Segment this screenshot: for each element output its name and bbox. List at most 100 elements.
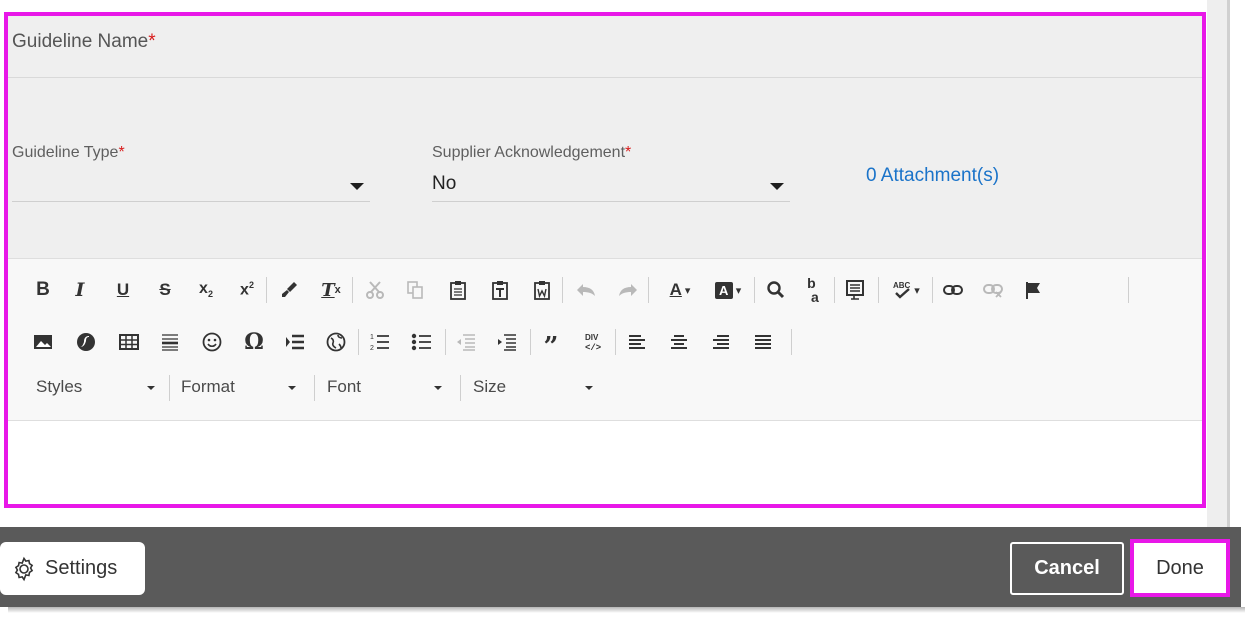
iframe-icon[interactable] [323,327,349,357]
undo-icon[interactable] [573,275,599,305]
caret-down-icon [350,183,364,190]
align-center-icon[interactable] [666,327,692,357]
font-combo[interactable]: Font [327,373,447,401]
svg-text:1: 1 [370,334,374,341]
caret-down-icon [585,386,593,390]
settings-button[interactable]: Settings [0,542,145,595]
guideline-name-input[interactable] [8,77,1202,78]
required-marker: * [625,144,632,161]
supplier-ack-label: Supplier Acknowledgement* [432,144,632,161]
separator [648,277,649,303]
form-panel: Guideline Name* Guideline Type* Supplier… [4,12,1206,508]
guideline-type-label: Guideline Type* [12,144,125,161]
guideline-name-label: Guideline Name* [12,31,156,52]
separator [932,277,933,303]
anchor-icon[interactable] [1020,275,1046,305]
guideline-type-select[interactable] [12,166,370,202]
done-highlight: Done [1130,539,1230,597]
text-color-icon[interactable]: A ▾ [660,275,700,305]
justify-icon[interactable] [750,327,776,357]
editor-toolbar: B I U S x2 x2 Tx A ▾ A ▾ b a ABC ▾ Ω 1 2… [8,258,1202,421]
find-icon[interactable] [763,275,789,305]
caret-down-icon [434,386,442,390]
format-combo-label: Format [181,377,235,396]
redo-icon[interactable] [615,275,641,305]
separator [530,329,531,355]
superscript-icon[interactable]: x2 [234,275,260,305]
caret-down-icon [147,386,155,390]
copy-formatting-icon[interactable] [276,275,302,305]
strikethrough-icon[interactable]: S [152,275,178,305]
align-left-icon[interactable] [624,327,650,357]
underline-icon[interactable]: U [110,275,136,305]
footer-shadow [8,607,1245,613]
styles-combo[interactable]: Styles [36,373,156,401]
required-marker: * [118,144,125,161]
styles-combo-label: Styles [36,377,83,396]
gear-icon [14,556,34,581]
supplier-ack-value: No [432,173,457,194]
paste-text-icon[interactable] [487,275,513,305]
separator [358,329,359,355]
separator [460,375,461,401]
attachments-link[interactable]: 0 Attachment(s) [866,165,999,187]
copy-icon[interactable] [402,275,428,305]
svg-text:DIV: DIV [585,333,599,342]
separator [615,329,616,355]
outdent-icon[interactable] [453,327,479,357]
separator [754,277,755,303]
separator [352,277,353,303]
paste-word-icon[interactable] [529,275,555,305]
link-icon[interactable] [940,275,966,305]
cut-icon[interactable] [362,275,388,305]
separator [834,277,835,303]
image-icon[interactable] [30,327,56,357]
cancel-button[interactable]: Cancel [1010,542,1124,595]
required-marker: * [148,31,156,52]
done-button[interactable]: Done [1134,543,1226,593]
caret-down-icon [288,386,296,390]
svg-text:2: 2 [370,345,374,352]
size-combo[interactable]: Size [473,373,593,401]
editor-content-area[interactable] [8,421,1202,504]
align-right-icon[interactable] [708,327,734,357]
separator [562,277,563,303]
settings-label: Settings [45,557,118,579]
scrollbar-edge [1227,0,1230,527]
italic-icon[interactable]: I [67,275,93,305]
paste-icon[interactable] [445,275,471,305]
subscript-icon[interactable]: x2 [193,275,219,305]
background-color-icon[interactable]: A ▾ [708,275,748,305]
spellcheck-icon[interactable]: ABC ▾ [886,275,926,305]
supplier-ack-select[interactable]: No [432,166,790,202]
guideline-dialog: Guideline Name* Guideline Type* Supplier… [0,0,1255,622]
special-char-icon[interactable]: Ω [241,327,267,357]
select-all-icon[interactable] [842,275,868,305]
numbered-list-icon[interactable]: 12 [367,327,393,357]
table-icon[interactable] [116,327,142,357]
smiley-icon[interactable] [199,327,225,357]
unlink-icon[interactable] [980,275,1006,305]
bold-icon[interactable]: B [30,275,56,305]
create-div-icon[interactable]: DIV </> [580,327,606,357]
separator [791,329,792,355]
separator [169,375,170,401]
horizontal-line-icon[interactable] [157,327,183,357]
replace-icon[interactable]: b a [800,275,826,305]
remove-format-icon[interactable]: Tx [318,275,344,305]
flash-icon[interactable] [73,327,99,357]
indent-icon[interactable] [494,327,520,357]
format-combo[interactable]: Format [181,373,301,401]
font-combo-label: Font [327,377,362,396]
blockquote-icon[interactable]: ” [538,327,564,360]
toolbar-combos: Styles Format Font Size [30,373,630,401]
separator [445,329,446,355]
svg-text:</>: </> [585,343,601,352]
separator [314,375,315,401]
scrollbar-track[interactable] [1207,0,1229,527]
separator [878,277,879,303]
separator [266,277,267,303]
caret-down-icon [770,183,784,190]
bulleted-list-icon[interactable] [409,327,435,357]
page-break-icon[interactable] [282,327,308,357]
